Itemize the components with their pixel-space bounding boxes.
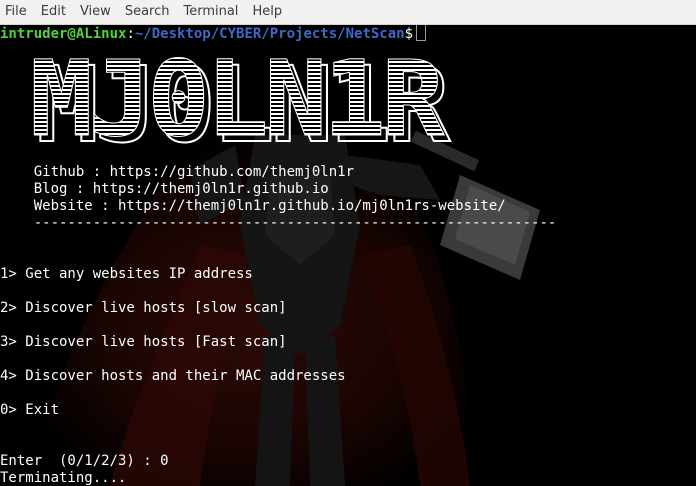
prompt-symbol: $ bbox=[404, 26, 414, 42]
menu-file[interactable]: File bbox=[0, 0, 34, 24]
prompt-path: ~/Desktop/CYBER/Projects/NetScan bbox=[134, 26, 405, 42]
input-line: Enter (0/1/2/3) : 0 bbox=[0, 453, 169, 469]
menu-help[interactable]: Help bbox=[245, 0, 289, 24]
menu-search[interactable]: Search bbox=[118, 0, 177, 24]
info-github: Github : https://github.com/themj0ln1r bbox=[0, 164, 355, 180]
menu-edit[interactable]: Edit bbox=[34, 0, 73, 24]
status-line: Terminating.... bbox=[0, 470, 127, 486]
menu-option-0: 0> Exit bbox=[0, 402, 60, 418]
menu-option-1: 1> Get any websites IP address bbox=[0, 266, 253, 282]
info-website: Website : https://themj0ln1r.github.io/m… bbox=[0, 198, 506, 214]
banner-logo: MJ0LN1R MJ0LN1R bbox=[30, 49, 456, 161]
info-divider: ----------------------------------------… bbox=[0, 215, 557, 231]
menu-option-2: 2> Discover live hosts [slow scan] bbox=[0, 300, 287, 316]
text-cursor bbox=[416, 25, 427, 41]
banner-text: MJ0LN1R bbox=[30, 49, 445, 160]
prompt-user-host: intruder@ALinux bbox=[0, 26, 127, 42]
menu-option-3: 3> Discover live hosts [Fast scan] bbox=[0, 334, 287, 350]
shell-prompt: intruder@ALinux:~/Desktop/CYBER/Projects… bbox=[0, 25, 427, 43]
menu-option-4: 4> Discover hosts and their MAC addresse… bbox=[0, 368, 346, 384]
terminal-window: File Edit View Search Terminal Help intr… bbox=[0, 0, 696, 486]
info-blog: Blog : https://themj0ln1r.github.io bbox=[0, 181, 329, 197]
prompt-separator: : bbox=[126, 26, 135, 42]
terminal-output[interactable]: intruder@ALinux:~/Desktop/CYBER/Projects… bbox=[0, 25, 696, 486]
menu-bar: File Edit View Search Terminal Help bbox=[0, 0, 696, 25]
menu-terminal[interactable]: Terminal bbox=[176, 0, 245, 24]
menu-view[interactable]: View bbox=[73, 0, 118, 24]
